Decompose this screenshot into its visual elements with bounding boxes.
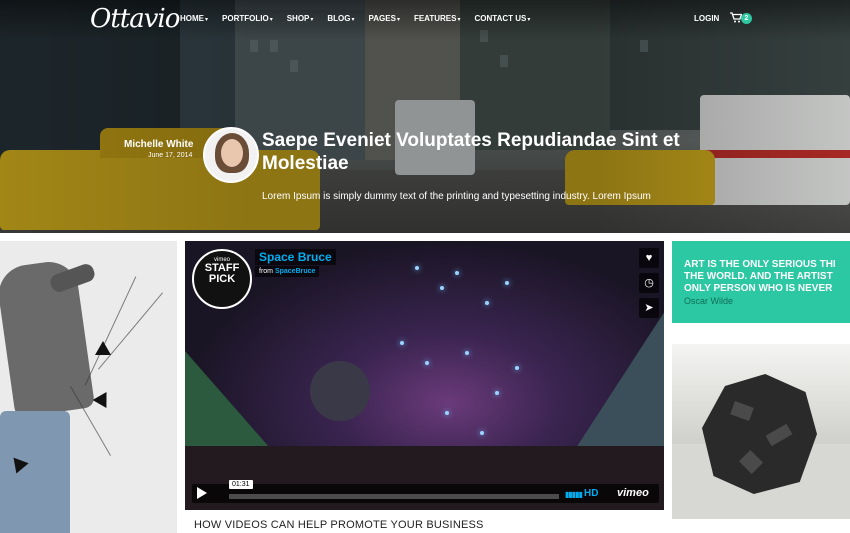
clock-icon[interactable]: ◷ [639,273,659,293]
quote-card[interactable]: ART IS THE ONLY SERIOUS THI THE WORLD. A… [672,241,850,323]
login-link[interactable]: LOGIN [694,14,719,23]
video-caption[interactable]: HOW VIDEOS CAN HELP PROMOTE YOUR BUSINES… [194,519,484,531]
play-icon[interactable] [197,487,207,499]
nav-portfolio[interactable]: PORTFOLIO▾ [222,14,273,23]
nav-shop[interactable]: SHOP▾ [287,14,314,23]
avatar[interactable] [203,127,259,183]
chevron-down-icon: ▾ [527,17,531,23]
cart-count-badge[interactable]: 2 [741,13,752,24]
chevron-down-icon: ▾ [396,17,400,23]
main-nav: HOME▾ PORTFOLIO▾ SHOP▾ BLOG▾ PAGES▾ FEAT… [180,14,544,23]
fashion-image-card[interactable] [0,241,177,533]
shard [95,341,111,355]
video-title[interactable]: Space Bruce [255,249,336,265]
jeans [0,411,70,533]
current-time: 01:31 [229,480,253,489]
video-from: from SpaceBruce [255,266,320,277]
chevron-down-icon: ▾ [351,17,355,23]
chevron-down-icon: ▾ [457,17,461,23]
sculpture-image-card[interactable] [672,344,850,519]
volume-icon[interactable]: ▮▮▮▮▮ [565,490,583,499]
hero-title[interactable]: Saepe Eveniet Voluptates Repudiandae Sin… [262,129,722,175]
staff-pick-badge: vimeo STAFF PICK [192,249,252,309]
video-player[interactable]: vimeo STAFF PICK Space Bruce from SpaceB… [185,241,664,510]
nav-blog[interactable]: BLOG▾ [327,14,354,23]
nav-features[interactable]: FEATURES▾ [414,14,461,23]
chevron-down-icon: ▾ [310,17,314,23]
nav-home[interactable]: HOME▾ [180,14,208,23]
author-name[interactable]: Michelle White [124,139,193,150]
quote-author: Oscar Wilde [684,296,734,306]
hd-toggle[interactable]: HD [584,488,598,499]
progress-track[interactable] [229,494,559,499]
chevron-down-icon: ▾ [205,17,209,23]
vimeo-logo[interactable]: vimeo [617,487,649,499]
channel-link[interactable]: SpaceBruce [275,268,315,275]
nav-pages[interactable]: PAGES▾ [369,14,400,23]
pod [310,361,370,421]
hero-subtitle: Lorem Ipsum is simply dummy text of the … [262,191,651,202]
video-controls: 01:31 ▮▮▮▮▮ HD vimeo [192,480,659,503]
heart-icon[interactable]: ♥ [639,248,659,268]
chevron-down-icon: ▾ [269,17,273,23]
nav-contact[interactable]: CONTACT US▾ [475,14,531,23]
send-icon[interactable]: ➤ [639,298,659,318]
shard [92,387,114,409]
site-logo[interactable]: Ottavio [90,4,180,34]
post-date: June 17, 2014 [148,152,193,159]
quote-text: ART IS THE ONLY SERIOUS THI THE WORLD. A… [684,259,836,294]
